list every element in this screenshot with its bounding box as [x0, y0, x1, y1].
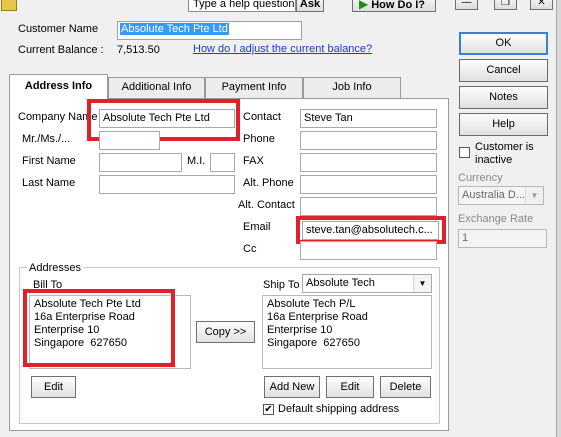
default-shipping-label: Default shipping address	[278, 403, 400, 415]
default-shipping-checkbox[interactable]: ✔	[263, 404, 274, 415]
bill-to-edit-button[interactable]: Edit	[31, 376, 76, 398]
exchange-rate-input[interactable]: 1	[458, 229, 547, 248]
mr-ms-label: Mr./Ms./...	[22, 133, 71, 145]
restore-button[interactable]: ❐	[494, 0, 517, 10]
customer-name-label: Customer Name	[18, 23, 99, 35]
how-do-i-label: How Do I?	[371, 0, 426, 11]
customer-name-value: Absolute Tech Pte Ltd	[120, 23, 229, 35]
first-name-label: First Name	[22, 155, 76, 167]
customer-inactive-label: Customer is inactive	[475, 141, 534, 166]
ship-to-address[interactable]: Absolute Tech P/L 16a Enterprise Road En…	[262, 295, 432, 369]
alt-contact-label: Alt. Contact	[238, 199, 295, 211]
company-name-label: Company Name	[18, 111, 98, 123]
ship-to-select[interactable]: Absolute Tech ▼	[302, 274, 432, 293]
alt-phone-label: Alt. Phone	[243, 177, 294, 189]
email-highlight	[296, 216, 446, 244]
cc-label: Cc	[243, 243, 257, 255]
exchange-rate-label: Exchange Rate	[458, 213, 534, 225]
how-do-i-button[interactable]: ▶ How Do I?	[352, 0, 436, 12]
customer-name-input[interactable]: Absolute Tech Pte Ltd	[117, 21, 302, 40]
copy-address-button[interactable]: Copy >>	[196, 321, 255, 343]
adjust-balance-link[interactable]: How do I adjust the current balance?	[193, 43, 372, 55]
ok-button[interactable]: OK	[459, 32, 548, 55]
tab-job-info[interactable]: Job Info	[303, 77, 401, 98]
delete-ship-address-button[interactable]: Delete	[380, 376, 431, 398]
tab-additional-info[interactable]: Additional Info	[108, 77, 205, 98]
customer-inactive-checkbox[interactable]	[459, 147, 470, 158]
fax-input[interactable]	[300, 153, 437, 172]
close-button[interactable]: ✕	[530, 0, 553, 10]
current-balance-label: Current Balance :	[18, 44, 104, 56]
contact-input[interactable]: Steve Tan	[300, 109, 437, 128]
first-name-input[interactable]	[99, 153, 182, 172]
fax-label: FAX	[243, 155, 264, 167]
addresses-group-label: Addresses	[27, 262, 83, 274]
mr-ms-input[interactable]	[99, 131, 160, 150]
ship-to-edit-button[interactable]: Edit	[326, 376, 374, 398]
notes-button[interactable]: Notes	[459, 86, 548, 109]
app-icon	[1, 0, 17, 11]
ship-to-label: Ship To	[263, 279, 300, 291]
play-arrow-icon: ▶	[359, 0, 369, 11]
bill-to-highlight	[23, 289, 175, 367]
add-new-ship-address-button[interactable]: Add New	[264, 376, 320, 398]
contact-label: Contact	[243, 111, 281, 123]
last-name-label: Last Name	[22, 177, 76, 189]
currency-select[interactable]: Australia D... ▼	[458, 186, 544, 205]
alt-contact-input[interactable]	[300, 197, 437, 216]
chevron-down-icon: ▼	[413, 275, 431, 292]
phone-label: Phone	[243, 133, 275, 145]
last-name-input[interactable]	[99, 175, 235, 194]
ship-to-selected: Absolute Tech	[306, 277, 375, 289]
alt-phone-input[interactable]	[300, 175, 437, 194]
cancel-button[interactable]: Cancel	[459, 59, 548, 82]
window-right-edge	[556, 0, 561, 437]
current-balance-value: 7,513.50	[117, 44, 160, 56]
email-label: Email	[243, 221, 271, 233]
cc-input[interactable]	[300, 241, 437, 260]
help-search-input[interactable]: Type a help question	[188, 0, 296, 12]
minimize-button[interactable]: —	[455, 0, 478, 10]
chevron-down-icon: ▼	[525, 187, 543, 204]
tab-address-info[interactable]: Address Info	[9, 74, 108, 99]
middle-initial-input[interactable]	[210, 153, 235, 172]
middle-initial-label: M.I.	[187, 155, 206, 167]
tab-payment-info[interactable]: Payment Info	[205, 77, 303, 98]
phone-input[interactable]	[300, 131, 437, 150]
ask-button[interactable]: Ask	[296, 0, 324, 12]
currency-value: Australia D...	[462, 189, 525, 201]
help-button[interactable]: Help	[459, 113, 548, 136]
currency-label: Currency	[458, 172, 503, 184]
